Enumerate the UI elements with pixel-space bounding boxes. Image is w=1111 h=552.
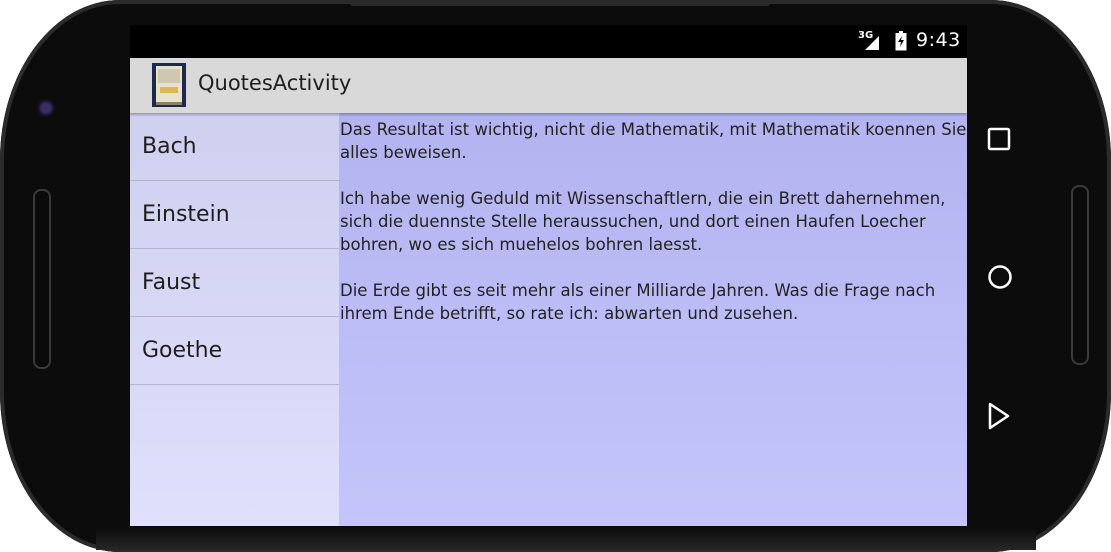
right-speaker-grille <box>1071 185 1089 365</box>
list-item-bach[interactable]: Bach <box>130 113 339 181</box>
bottom-bezel <box>96 526 1036 550</box>
list-item-label: Faust <box>142 270 201 295</box>
clock: 9:43 <box>916 29 961 51</box>
left-speaker-grille <box>33 189 51 369</box>
list-item-label: Einstein <box>142 202 230 227</box>
list-item-faust[interactable]: Faust <box>130 249 339 317</box>
action-bar: QuotesActivity <box>130 58 967 113</box>
home-button[interactable] <box>985 262 1015 292</box>
back-button[interactable] <box>987 401 1011 431</box>
list-item-label: Bach <box>142 134 197 159</box>
app-title: QuotesActivity <box>198 71 352 95</box>
app-book-icon <box>152 63 186 107</box>
phone-rim <box>350 0 770 6</box>
signal-icon <box>865 36 879 50</box>
recent-apps-button[interactable] <box>987 127 1013 153</box>
list-item-goethe[interactable]: Goethe <box>130 317 339 385</box>
quote-text: Das Resultat ist wichtig, nicht die Math… <box>340 120 967 323</box>
list-item-label: Goethe <box>142 338 223 363</box>
phone-frame: 3G 9:43 QuotesActivity Bach Einstein Fau… <box>0 0 1111 552</box>
quote-author-list: Bach Einstein Faust Goethe <box>130 113 339 526</box>
device-screen: 3G 9:43 QuotesActivity Bach Einstein Fau… <box>130 25 967 526</box>
battery-icon <box>895 31 907 51</box>
front-camera <box>37 99 55 117</box>
status-bar: 3G 9:43 <box>130 25 967 58</box>
content-area: Bach Einstein Faust Goethe Das Resultat … <box>130 113 967 526</box>
list-item-einstein[interactable]: Einstein <box>130 181 339 249</box>
quote-detail-panel: Das Resultat ist wichtig, nicht die Math… <box>339 113 967 526</box>
